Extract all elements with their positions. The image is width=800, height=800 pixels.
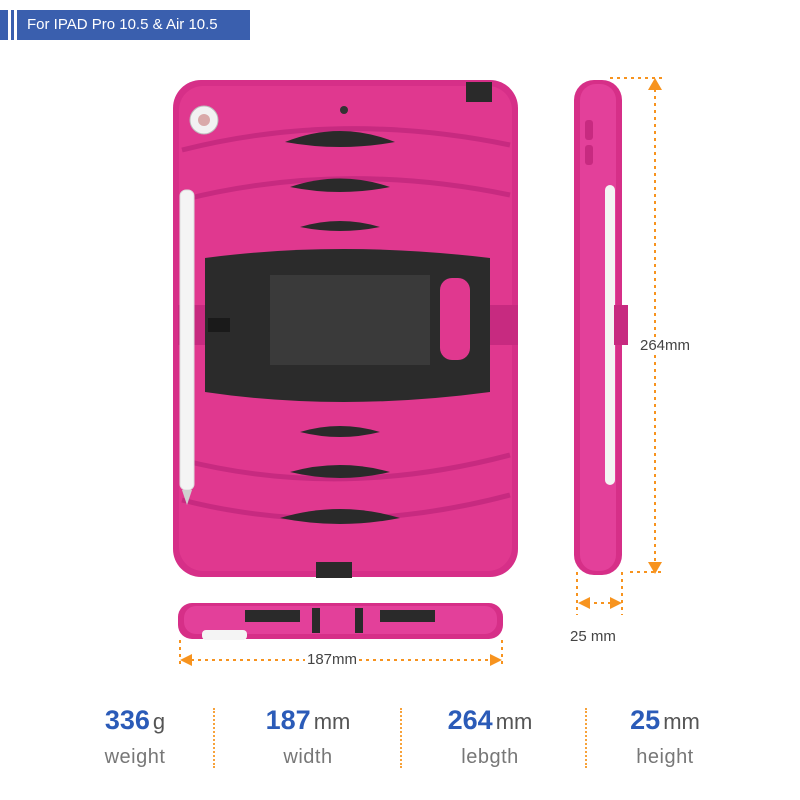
spec-label: lebgth xyxy=(461,746,519,768)
spec-unit: mm xyxy=(313,709,351,734)
height-dimension-label: 264mm xyxy=(638,337,693,354)
spec-value: 25 xyxy=(630,705,661,735)
spec-value: 264 xyxy=(447,705,493,735)
spec-value: 336 xyxy=(104,705,150,735)
spec-label: width xyxy=(283,746,333,768)
spec-unit: g xyxy=(152,709,166,734)
spec-height: 25 mm height xyxy=(575,705,755,769)
spec-unit: mm xyxy=(663,709,700,734)
spec-label: height xyxy=(636,746,694,768)
spec-length: 264 mm lebgth xyxy=(400,705,580,769)
spec-value: 187 xyxy=(265,705,311,735)
spec-weight: 336 g weight xyxy=(45,705,225,769)
case-back-view xyxy=(173,80,518,578)
spec-label: weight xyxy=(104,746,166,768)
spec-unit: mm xyxy=(495,709,533,734)
spec-separator xyxy=(213,708,215,768)
spec-width: 187 mm width xyxy=(218,705,398,769)
case-side-view xyxy=(574,80,628,575)
width-dimension-label: 187mm xyxy=(305,651,360,668)
thickness-dimension-label: 25 mm xyxy=(570,628,616,645)
case-bottom-view xyxy=(178,603,503,640)
